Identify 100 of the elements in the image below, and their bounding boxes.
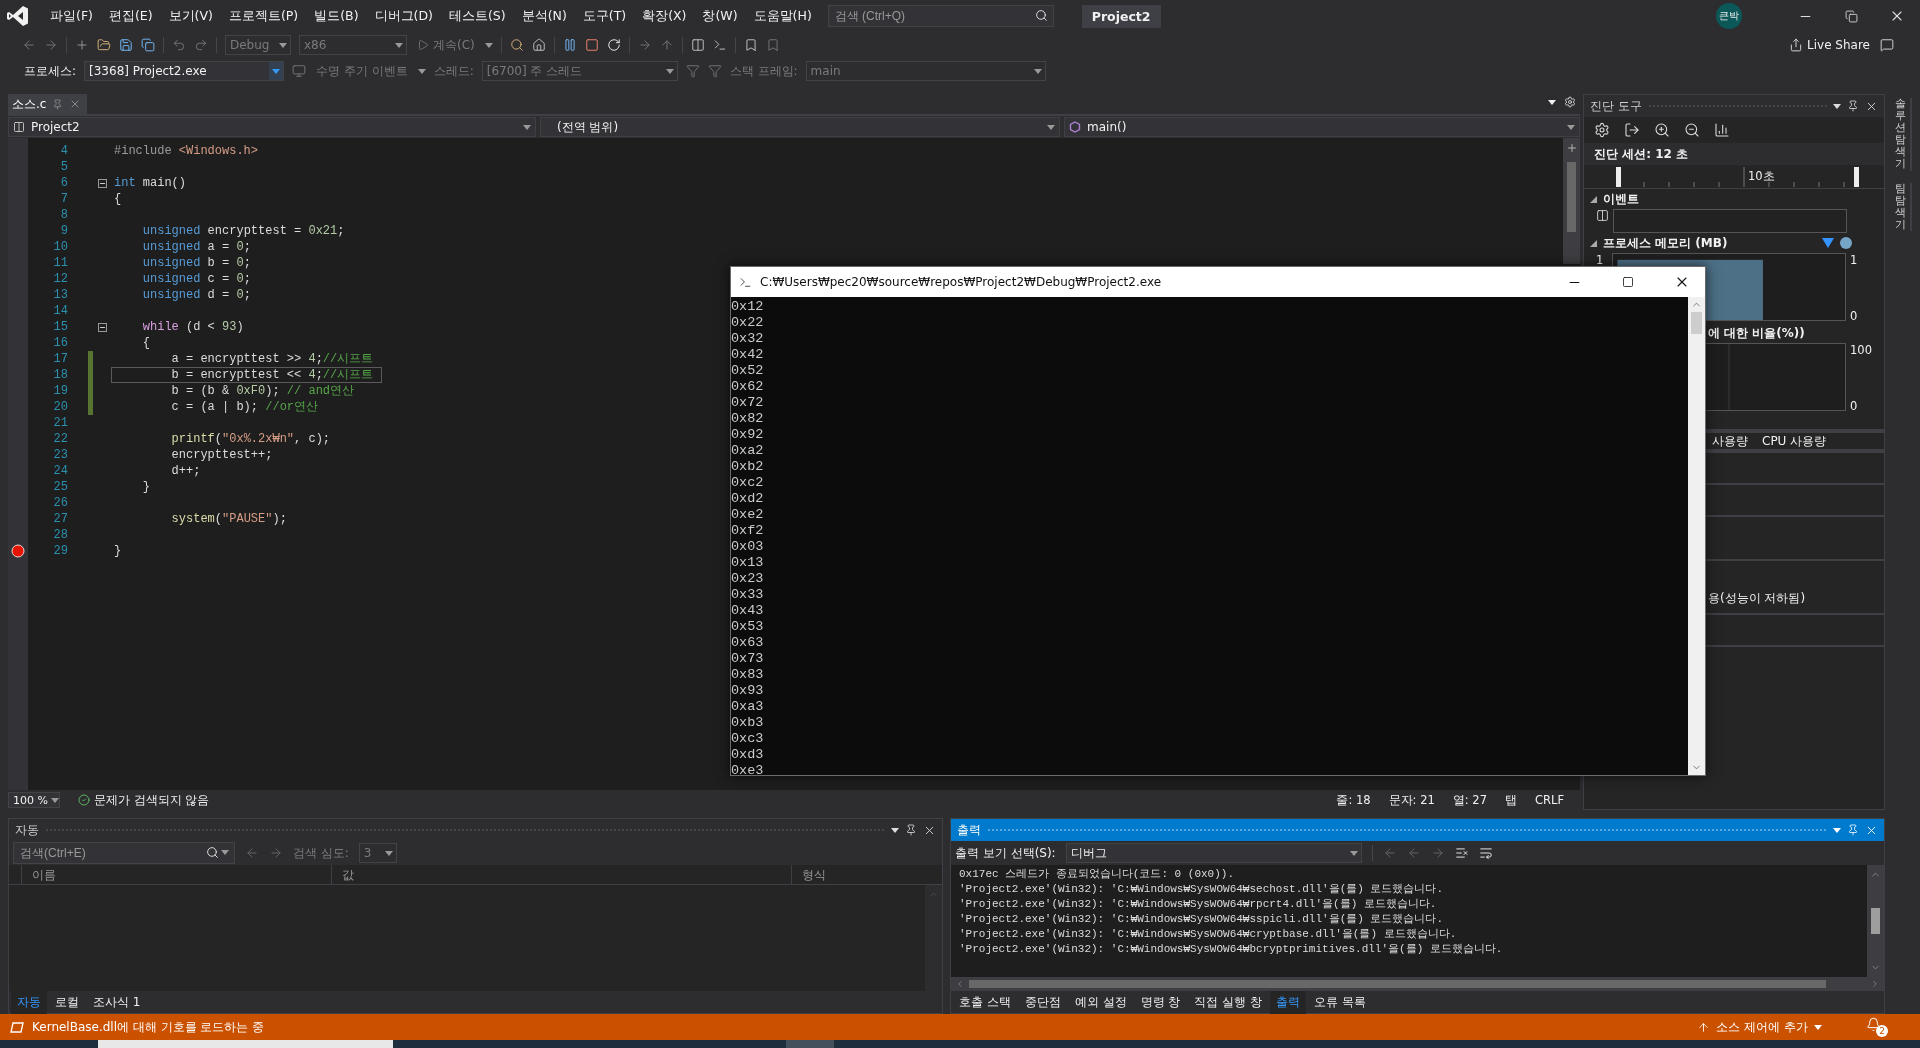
code-line: a = encrypttest >> 4;//시프트 <box>170 351 375 367</box>
console-line: 0x63 <box>731 635 765 651</box>
line-number: 6 <box>59 176 68 190</box>
console-line: 0xc3 <box>731 731 765 747</box>
code-line: system("PAUSE"); <box>170 511 288 527</box>
column-indicator: 열: 27 <box>1452 792 1487 808</box>
panel-title: 진단 도구 <box>1590 97 1642 115</box>
line-number: 19 <box>52 384 68 398</box>
line-number: 28 <box>52 528 68 542</box>
console-line: 0xb3 <box>731 715 765 731</box>
line-number: 5 <box>59 160 68 174</box>
line-number: 29 <box>52 544 68 558</box>
section-heading: 이벤트 <box>1603 190 1639 208</box>
session-duration: 진단 세션: 12 초 <box>1584 143 1884 165</box>
line-number: 17 <box>52 352 68 366</box>
line-number: 24 <box>52 464 68 478</box>
output-line: 'Project2.exe'(Win32): 'C:₩Windows₩SysWOW64₩sspicli.dll'을(를) 로드했습니다. <box>959 912 1445 927</box>
code-line: b = (b & 0xF0); // and연산 <box>170 383 356 399</box>
line-number: 4 <box>59 144 68 158</box>
line-number: 20 <box>52 400 68 414</box>
code-line: unsigned b = 0; <box>141 255 252 271</box>
console-line: 0xb2 <box>731 459 765 475</box>
section-heading: 프로세스 메모리 (MB) <box>1603 234 1728 252</box>
stack-frame-label: 스택 프레임: <box>729 62 798 80</box>
solution-name: Project2 <box>1081 4 1161 28</box>
window-title: C:₩Users₩pec20₩source₩repos₩Project2₩Debug₩Project2.exe <box>760 275 1162 289</box>
line-number: 18 <box>52 368 68 382</box>
console-line: 0xd2 <box>731 491 765 507</box>
axis-label: 0 <box>1850 309 1859 323</box>
notification-badge: 2 <box>1876 1025 1888 1037</box>
process-label: 프로세스: <box>24 62 77 80</box>
panel-title: 출력 <box>957 821 981 839</box>
line-number: 26 <box>52 496 68 510</box>
console-line: 0x42 <box>731 347 765 363</box>
diagnostics-note: 용(성능이 저하됨) <box>1708 590 1806 607</box>
line-number: 12 <box>52 272 68 286</box>
char-indicator: 문자: 21 <box>1388 792 1435 808</box>
console-line: 0x72 <box>731 395 765 411</box>
panel-title: 자동 <box>15 821 39 839</box>
timeline-label: 10초 <box>1748 169 1775 184</box>
output-line: 'Project2.exe'(Win32): 'C:₩Windows₩SysWOW64₩bcryptprimitives.dll'을(를) 로드했습니다. <box>959 942 1504 957</box>
line-number: 25 <box>52 480 68 494</box>
code-line: unsigned a = 0; <box>141 239 252 255</box>
depth-label: 검색 심도: <box>293 844 349 862</box>
status-message: KernelBase.dll에 대해 기호를 로드하는 중 <box>32 1018 265 1036</box>
console-line: 0xe2 <box>731 507 765 523</box>
console-line: 0x93 <box>731 683 765 699</box>
code-line: unsigned encrypttest = 0x21; <box>141 223 346 239</box>
console-line: 0xd3 <box>731 747 765 763</box>
code-line: } <box>113 543 123 559</box>
console-line: 0x43 <box>731 603 765 619</box>
console-line: 0xa3 <box>731 699 765 715</box>
line-number: 22 <box>52 432 68 446</box>
code-line: printf("0x%.2x₩n", c); <box>170 431 332 447</box>
console-line: 0xf2 <box>731 523 765 539</box>
line-number: 27 <box>52 512 68 526</box>
console-line: 0x82 <box>731 411 765 427</box>
line-number: 23 <box>52 448 68 462</box>
console-line: 0x53 <box>731 619 765 635</box>
console-line: 0xc2 <box>731 475 765 491</box>
code-line: } <box>141 479 151 495</box>
code-line: #include <Windows.h> <box>113 143 260 159</box>
line-number: 13 <box>52 288 68 302</box>
output-line: 'Project2.exe'(Win32): 'C:₩Windows₩SysWOW64₩sechost.dll'을(를) 로드했습니다. <box>959 882 1445 897</box>
output-line: 'Project2.exe'(Win32): 'C:₩Windows₩SysWOW64₩cryptbase.dll'을(를) 로드했습니다. <box>959 927 1458 942</box>
code-line: unsigned d = 0; <box>141 287 252 303</box>
axis-label: 1 <box>1596 253 1605 267</box>
source-label: 출력 보기 선택(S): <box>955 844 1056 862</box>
code-line: d++; <box>170 463 202 479</box>
line-number: 11 <box>52 256 68 270</box>
code-line: c = (a | b); //or연산 <box>170 399 320 415</box>
console-line: 0x83 <box>731 667 765 683</box>
console-line: 0xa2 <box>731 443 765 459</box>
console-line: 0x92 <box>731 427 765 443</box>
console-line: 0x23 <box>731 571 765 587</box>
section-heading: 에 대한 비율(%)) <box>1708 324 1805 342</box>
output-line: 'Project2.exe'(Win32): 'C:₩Windows₩SysWOW64₩rpcrt4.dll'을(를) 로드했습니다. <box>959 897 1438 912</box>
code-line: unsigned c = 0; <box>141 271 252 287</box>
code-line: int main() <box>113 175 188 191</box>
line-number: 10 <box>52 240 68 254</box>
console-line: 0x73 <box>731 651 765 667</box>
line-number: 8 <box>59 208 68 222</box>
axis-label: 100 <box>1850 343 1873 357</box>
code-line: while (d < 93) <box>141 319 245 335</box>
line-number: 16 <box>52 336 68 350</box>
console-line: 0x62 <box>731 379 765 395</box>
line-number: 9 <box>59 224 68 238</box>
line-number: 15 <box>52 320 68 334</box>
line-indicator: 줄: 18 <box>1336 792 1371 808</box>
code-line: encrypttest++; <box>170 447 274 463</box>
axis-label: 1 <box>1850 253 1859 267</box>
axis-label: 0 <box>1850 399 1859 413</box>
output-line: 0x17ec 스레드가 종료되었습니다(코드: 0 (0x0)). <box>959 867 1236 882</box>
line-number: 14 <box>52 304 68 318</box>
code-line: { <box>113 191 123 207</box>
code-line: { <box>141 335 151 351</box>
line-number: 7 <box>59 192 68 206</box>
console-line: 0x33 <box>731 587 765 603</box>
thread-label: 스레드: <box>433 62 474 80</box>
console-line: 0x22 <box>731 315 765 331</box>
